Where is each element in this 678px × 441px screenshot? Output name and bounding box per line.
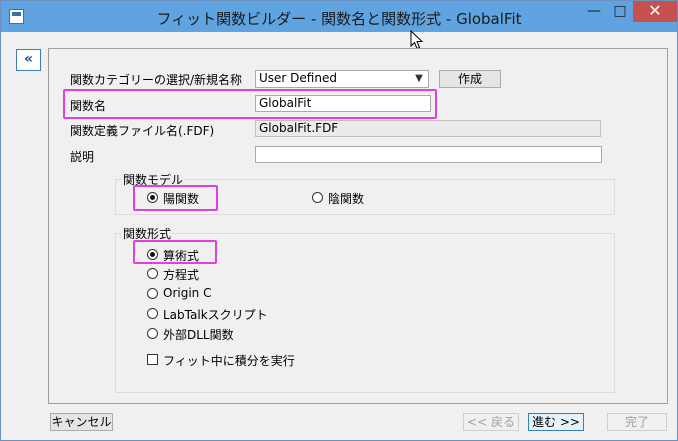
integrate-checkbox[interactable] xyxy=(147,354,158,365)
window-title: フィット関数ビルダー - 関数名と関数形式 - GlobalFit xyxy=(156,10,522,28)
expression-radio[interactable] xyxy=(147,249,158,260)
maximize-button[interactable]: □ xyxy=(607,1,633,22)
equation-label: 方程式 xyxy=(163,268,200,282)
function-name-label: 関数名 xyxy=(70,99,107,113)
expression-label: 算術式 xyxy=(163,249,200,263)
finish-button[interactable]: 完了 xyxy=(607,413,667,431)
function-name-input[interactable]: GlobalFit xyxy=(255,95,431,112)
back-button[interactable]: << 戻る xyxy=(463,413,519,431)
chevron-down-icon[interactable]: ▼ xyxy=(413,71,425,86)
origin-c-radio[interactable] xyxy=(147,288,158,299)
function-model-title: 関数モデル xyxy=(122,171,185,188)
integrate-label: フィット中に積分を実行 xyxy=(163,354,295,368)
title-bar[interactable]: フィット関数ビルダー - 関数名と関数形式 - GlobalFit — □ ✕ xyxy=(1,1,677,32)
mouse-cursor-icon xyxy=(410,30,424,50)
minimize-button[interactable]: — xyxy=(581,1,607,22)
fdf-file-field: GlobalFit.FDF xyxy=(255,120,601,137)
description-label: 説明 xyxy=(70,150,95,164)
explicit-radio[interactable] xyxy=(147,192,158,203)
close-button[interactable]: ✕ xyxy=(633,1,677,22)
external-dll-label: 外部DLL関数 xyxy=(163,328,234,342)
category-label: 関数カテゴリーの選択/新規名称 xyxy=(70,73,243,87)
equation-radio[interactable] xyxy=(147,268,158,279)
fdf-file-label: 関数定義ファイル名(.FDF) xyxy=(70,124,215,138)
explicit-label: 陽関数 xyxy=(163,192,200,206)
origin-c-label: Origin C xyxy=(163,286,212,300)
collapse-sidebar-button[interactable]: « xyxy=(16,49,41,71)
create-button[interactable]: 作成 xyxy=(439,70,501,88)
external-dll-radio[interactable] xyxy=(147,328,158,339)
category-select[interactable]: User Defined ▼ xyxy=(255,70,429,88)
content-panel: 関数カテゴリーの選択/新規名称 User Defined ▼ 作成 関数名 Gl… xyxy=(48,48,668,404)
category-value: User Defined xyxy=(259,71,337,85)
labtalk-label: LabTalkスクリプト xyxy=(163,308,268,322)
next-button[interactable]: 進む >> xyxy=(528,413,584,431)
function-form-title: 関数形式 xyxy=(122,225,173,242)
cancel-button[interactable]: キャンセル xyxy=(50,413,113,431)
implicit-radio[interactable] xyxy=(312,192,323,203)
implicit-label: 陰関数 xyxy=(328,192,365,206)
description-input[interactable] xyxy=(255,146,602,163)
dialog-window: フィット関数ビルダー - 関数名と関数形式 - GlobalFit — □ ✕ … xyxy=(0,0,678,441)
labtalk-radio[interactable] xyxy=(147,308,158,319)
